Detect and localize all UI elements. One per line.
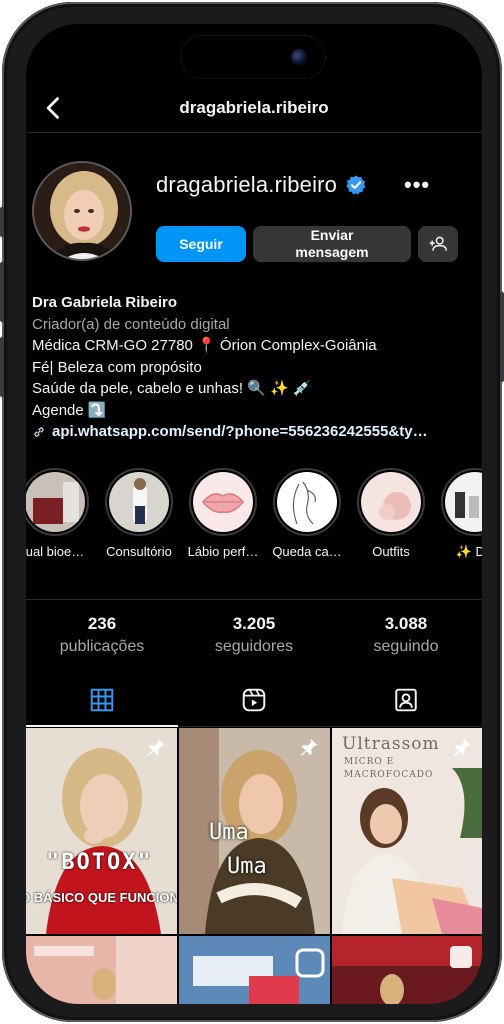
highlight-item[interactable]: Outfits [352, 468, 430, 559]
bio-link-text: api.whatsapp.com/send/?phone=55623624255… [52, 423, 428, 440]
highlight-label: Lábio perf… [187, 544, 259, 559]
followers-count-label: seguidores [214, 638, 294, 655]
grid-icon [90, 688, 114, 712]
highlight-label: ual bioe… [26, 544, 85, 559]
page-title: dragabriela.ribeiro [179, 98, 329, 117]
post-overlay-title: "BOTOX" [46, 850, 153, 875]
front-camera [291, 49, 307, 65]
highlight-ring [26, 468, 89, 536]
highlight-ring [441, 468, 482, 536]
post-image [179, 936, 330, 1004]
highlight-cover [277, 472, 337, 532]
highlight-ring [189, 468, 257, 536]
power-button [500, 292, 504, 382]
tab-reels[interactable] [178, 674, 330, 726]
posts-count-label: publicações [59, 638, 145, 655]
highlight-label: Queda ca… [272, 544, 342, 559]
dynamic-island [181, 36, 325, 78]
pin-icon [300, 738, 318, 757]
highlight-item[interactable]: Lábio perf… [184, 468, 262, 559]
tab-posts[interactable] [26, 674, 178, 727]
following-count[interactable]: 3.088 seguindo [330, 614, 482, 664]
post-thumbnail[interactable] [332, 936, 482, 1004]
highlight-cover [193, 472, 253, 532]
top-bar: dragabriela.ribeiro [26, 86, 482, 133]
message-button[interactable]: Enviar mensagem [253, 226, 411, 262]
username-row: dragabriela.ribeiro [156, 170, 367, 200]
bio-line: Agende ⤵️ [32, 401, 107, 419]
highlight-cover [361, 472, 421, 532]
post-image [26, 936, 177, 1004]
followers-count-value: 3.205 [232, 614, 276, 633]
add-person-icon [429, 236, 448, 251]
category-label: Criador(a) de conteúdo digital [32, 315, 230, 333]
highlight-item[interactable]: Consultório [100, 468, 178, 559]
more-options-icon[interactable]: ••• [404, 172, 430, 198]
post-image [332, 936, 482, 1004]
message-button-line1: Enviar [310, 227, 354, 243]
tab-tagged[interactable] [330, 674, 482, 726]
link-icon [34, 427, 44, 437]
suggest-people-button[interactable] [418, 226, 458, 262]
content-tabs [26, 674, 482, 727]
highlight-ring [273, 468, 341, 536]
highlight-label: ✨ Dic [455, 544, 482, 559]
post-thumbnail[interactable]: Uma Uma [179, 728, 330, 934]
post-overlay-subtitle: O BÁSICO QUE FUNCIONA [26, 890, 177, 905]
divider [26, 599, 482, 600]
highlight-item[interactable]: ual bioe… [26, 468, 94, 559]
reels-icon [242, 688, 266, 712]
highlight-ring [357, 468, 425, 536]
pin-icon [147, 738, 165, 757]
highlight-label: Outfits [372, 544, 410, 559]
highlight-item[interactable]: Queda ca… [268, 468, 346, 559]
post-thumbnail[interactable] [26, 936, 177, 1004]
volume-up-button [0, 262, 4, 322]
highlight-ring [105, 468, 173, 536]
phone-frame: dragabriela.ribeiro dragabriela.ribeiro [0, 2, 504, 1022]
screen: dragabriela.ribeiro dragabriela.ribeiro [26, 24, 482, 1004]
post-image [179, 728, 330, 934]
bio: Dra Gabriela Ribeiro Criador(a) de conte… [32, 292, 428, 443]
volume-down-button [0, 337, 4, 397]
display-name: Dra Gabriela Ribeiro [32, 294, 178, 311]
post-overlay-title: Ultrassom [342, 734, 440, 754]
profile-username: dragabriela.ribeiro [156, 172, 338, 197]
post-thumbnail[interactable]: "BOTOX" O BÁSICO QUE FUNCIONA [26, 728, 177, 934]
highlight-label: Consultório [106, 544, 172, 559]
story-highlights: ual bioe… Consultório Lábio perf… Queda … [26, 468, 482, 578]
avatar-image [34, 163, 130, 259]
follow-button[interactable]: Seguir [156, 226, 246, 262]
highlight-cover [445, 472, 482, 532]
post-overlay-subtitle: Uma [227, 854, 267, 879]
bio-link[interactable]: api.whatsapp.com/send/?phone=55623624255… [32, 421, 428, 443]
post-overlay-title: Uma [209, 820, 249, 845]
posts-count[interactable]: 236 publicações [26, 614, 178, 664]
silent-switch [0, 207, 4, 237]
post-thumbnail[interactable] [179, 936, 330, 1004]
followers-count[interactable]: 3.205 seguidores [178, 614, 330, 664]
bio-line: Fé| Beleza com propósito [32, 358, 202, 376]
avatar[interactable] [32, 161, 132, 261]
highlight-cover [109, 472, 169, 532]
bio-line: Saúde da pele, cabelo e unhas! 🔍 ✨ 💉 [32, 380, 312, 397]
posts-count-value: 236 [87, 614, 117, 633]
bio-line: Médica CRM-GO 27780 📍 Órion Complex-Goiâ… [32, 337, 377, 354]
verified-badge-icon [346, 175, 366, 195]
post-thumbnail[interactable]: Ultrassom MICRO E MACROFOCADO [332, 728, 482, 934]
profile-stats: 236 publicações 3.205 seguidores 3.088 s… [26, 614, 482, 664]
highlight-cover [26, 472, 85, 532]
following-count-label: seguindo [373, 638, 439, 655]
message-button-line2: mensagem [295, 244, 369, 260]
highlight-item[interactable]: ✨ Dic [436, 468, 482, 560]
post-overlay-subtitle: MICRO E MACROFOCADO [344, 757, 434, 780]
tagged-icon [395, 688, 417, 712]
pin-icon [453, 738, 471, 757]
following-count-value: 3.088 [384, 614, 428, 633]
